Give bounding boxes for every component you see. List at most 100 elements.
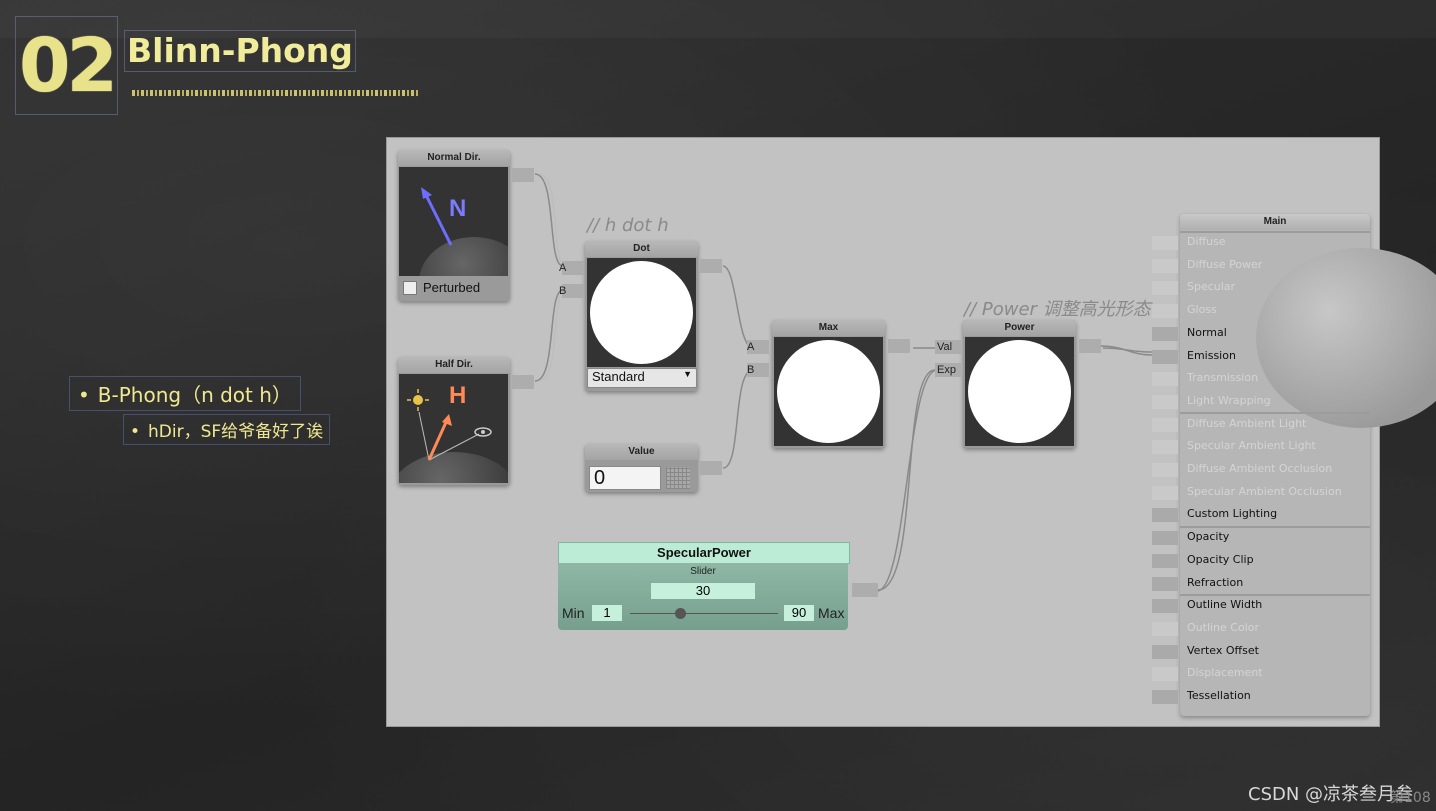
- main-divider: [1180, 526, 1370, 528]
- main-input-port[interactable]: [1152, 690, 1178, 704]
- half-dir-preview: H: [399, 374, 508, 483]
- slide-title: Blinn-Phong: [127, 31, 353, 70]
- main-title: Main: [1180, 214, 1370, 230]
- specular-power-title[interactable]: SpecularPower: [558, 542, 850, 564]
- main-input-port[interactable]: [1152, 417, 1178, 432]
- bullet-main-text: B-Phong（n dot h）: [97, 383, 292, 407]
- section-number: 02: [19, 22, 118, 109]
- main-input-port[interactable]: [1152, 531, 1178, 546]
- comment-dot: // h dot h: [587, 215, 669, 236]
- section-number-box: 02: [15, 16, 118, 115]
- max-port-b-label: B: [747, 364, 755, 376]
- node-title: Power: [963, 320, 1076, 336]
- dot-mode-dropdown[interactable]: Standard ▼: [587, 368, 697, 388]
- bullet-sub: • hDir，SF给爷备好了诶: [123, 414, 331, 445]
- main-input-label: Transmission: [1187, 371, 1259, 385]
- main-input-port[interactable]: [1152, 553, 1178, 568]
- power-port-val-label: Val: [937, 341, 953, 353]
- dot-mode-value: Standard: [592, 369, 645, 384]
- main-input-label: Specular Ambient Occlusion: [1187, 484, 1342, 498]
- slider-value-field[interactable]: 30: [651, 583, 755, 599]
- main-input-label: Normal: [1187, 325, 1227, 339]
- preview-sphere: [590, 261, 693, 364]
- main-input-port[interactable]: [1152, 621, 1178, 636]
- main-divider: [1180, 231, 1370, 233]
- title-underline: [132, 90, 420, 96]
- slider-min-field[interactable]: 1: [592, 605, 622, 621]
- main-input-label: Diffuse: [1187, 235, 1226, 248]
- slide-title-box: Blinn-Phong: [124, 30, 356, 72]
- main-input-label: Light Wrapping: [1187, 393, 1271, 407]
- main-input-port[interactable]: [1152, 644, 1178, 659]
- perturbed-checkbox[interactable]: [403, 281, 417, 295]
- comment-power: // Power 调整高光形态: [964, 299, 1151, 320]
- main-input-port[interactable]: [1152, 485, 1178, 500]
- half-letter: H: [449, 382, 467, 409]
- main-input-label: Specular Ambient Light: [1187, 439, 1316, 453]
- main-input-label: Gloss: [1187, 303, 1217, 317]
- slider-min-label: Min: [562, 605, 585, 621]
- normal-dir-preview: N: [399, 167, 508, 276]
- main-input-port[interactable]: [1152, 508, 1178, 523]
- main-input-label: Displacement: [1187, 666, 1263, 680]
- main-input-label: Diffuse Ambient Light: [1187, 416, 1307, 430]
- slider-track[interactable]: [630, 613, 778, 614]
- grid-icon: [666, 467, 690, 489]
- node-title: Dot: [585, 241, 698, 257]
- main-input-port[interactable]: [1152, 349, 1178, 364]
- page-number: 第108: [1390, 790, 1431, 806]
- normal-dir-output-port[interactable]: [512, 168, 534, 182]
- main-input-port[interactable]: [1152, 281, 1178, 296]
- main-divider: [1180, 594, 1370, 596]
- node-title: Normal Dir.: [398, 150, 510, 166]
- chevron-down-icon: ▼: [683, 369, 692, 379]
- dot-port-b-label: B: [559, 285, 567, 297]
- main-input-label: Tessellation: [1187, 689, 1251, 702]
- main-input-label: Refraction: [1187, 575, 1244, 589]
- max-output-port[interactable]: [888, 339, 910, 353]
- value-output-port[interactable]: [700, 461, 722, 475]
- main-input-label: Outline Width: [1187, 598, 1263, 612]
- footer-credit: CSDN @凉茶叁月叁: [1248, 784, 1414, 805]
- perturbed-label: Perturbed: [423, 280, 481, 295]
- main-input-port[interactable]: [1152, 236, 1178, 250]
- node-title: Half Dir.: [398, 357, 510, 373]
- main-input-port[interactable]: [1152, 372, 1178, 387]
- bullet-main: • B-Phong（n dot h）: [69, 376, 301, 411]
- normal-letter: N: [449, 195, 467, 222]
- main-input-label: Outline Color: [1187, 620, 1260, 634]
- node-title: Value: [585, 444, 698, 460]
- dot-output-port[interactable]: [700, 259, 722, 273]
- slider-type-label: Slider: [690, 566, 716, 577]
- max-port-a-label: A: [747, 341, 755, 353]
- main-input-port[interactable]: [1152, 667, 1178, 682]
- main-input-port[interactable]: [1152, 440, 1178, 455]
- dot-port-a-label: A: [559, 262, 567, 274]
- main-divider: [1180, 412, 1370, 414]
- main-input-port[interactable]: [1152, 599, 1178, 614]
- slider-knob[interactable]: [675, 608, 686, 619]
- main-input-port[interactable]: [1152, 258, 1178, 273]
- main-input-port[interactable]: [1152, 576, 1178, 591]
- slider-max-field[interactable]: 90: [784, 605, 814, 621]
- bullet-sub-text: hDir，SF给爷备好了诶: [148, 422, 324, 442]
- specular-power-output-port[interactable]: [852, 583, 878, 597]
- value-input[interactable]: 0: [589, 466, 661, 490]
- power-preview: [965, 337, 1074, 446]
- main-input-label: Opacity Clip: [1187, 552, 1254, 566]
- power-port-exp-label: Exp: [937, 364, 956, 376]
- main-input-label: Opacity: [1187, 530, 1230, 544]
- main-input-label: Diffuse Ambient Occlusion: [1187, 462, 1333, 475]
- power-output-port[interactable]: [1079, 339, 1101, 353]
- main-input-port[interactable]: [1152, 394, 1178, 409]
- main-input-label: Specular: [1187, 280, 1236, 294]
- main-input-label: Vertex Offset: [1187, 643, 1259, 657]
- main-input-label: Emission: [1187, 348, 1236, 362]
- main-input-port[interactable]: [1152, 326, 1178, 341]
- main-input-label: Custom Lighting: [1187, 507, 1278, 521]
- slider-max-label: Max: [818, 605, 845, 621]
- preview-sphere: [968, 340, 1071, 443]
- main-input-port[interactable]: [1152, 304, 1178, 319]
- main-input-port[interactable]: [1152, 463, 1178, 477]
- half-dir-output-port[interactable]: [512, 375, 534, 389]
